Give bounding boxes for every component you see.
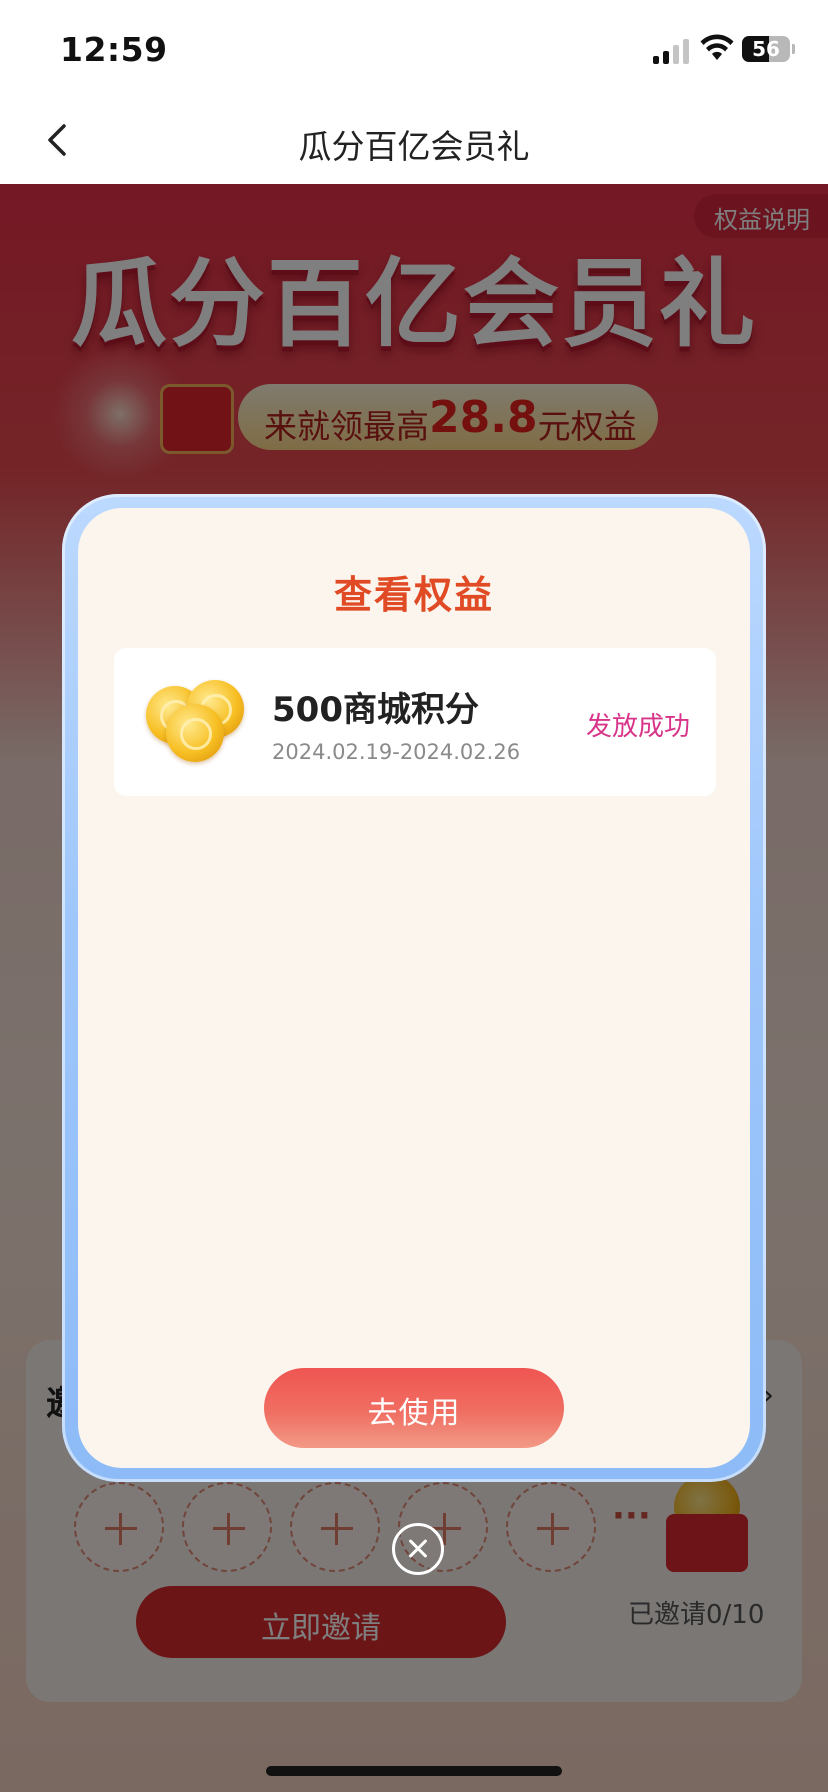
benefit-status: 发放成功 — [585, 712, 690, 742]
use-button[interactable]: 去使用 — [264, 1368, 564, 1448]
home-indicator — [266, 1766, 562, 1776]
status-time: 12:59 — [60, 30, 168, 69]
navigation-bar: 瓜分百亿会员礼 — [0, 96, 828, 184]
benefit-item: 500商城积分 2024.02.19-2024.02.26 发放成功 — [114, 648, 716, 796]
close-icon[interactable] — [392, 1523, 444, 1575]
page-title: 瓜分百亿会员礼 — [298, 127, 530, 166]
status-bar: 12:59 56 — [0, 0, 828, 96]
coins-icon — [146, 676, 250, 764]
battery-level-text: 56 — [752, 37, 780, 61]
benefit-name: 500商城积分 — [272, 690, 479, 730]
battery-tip — [792, 44, 795, 54]
battery-icon: 56 — [742, 36, 790, 62]
benefit-date-range: 2024.02.19-2024.02.26 — [272, 740, 521, 764]
wifi-icon — [700, 34, 734, 60]
benefits-modal-body: 查看权益 500商城积分 2024.02.19-2024.02.26 发放成功 … — [78, 508, 750, 1468]
cellular-signal-icon — [653, 38, 689, 64]
benefits-modal: 查看权益 500商城积分 2024.02.19-2024.02.26 发放成功 … — [62, 494, 766, 1482]
modal-title: 查看权益 — [333, 573, 494, 617]
